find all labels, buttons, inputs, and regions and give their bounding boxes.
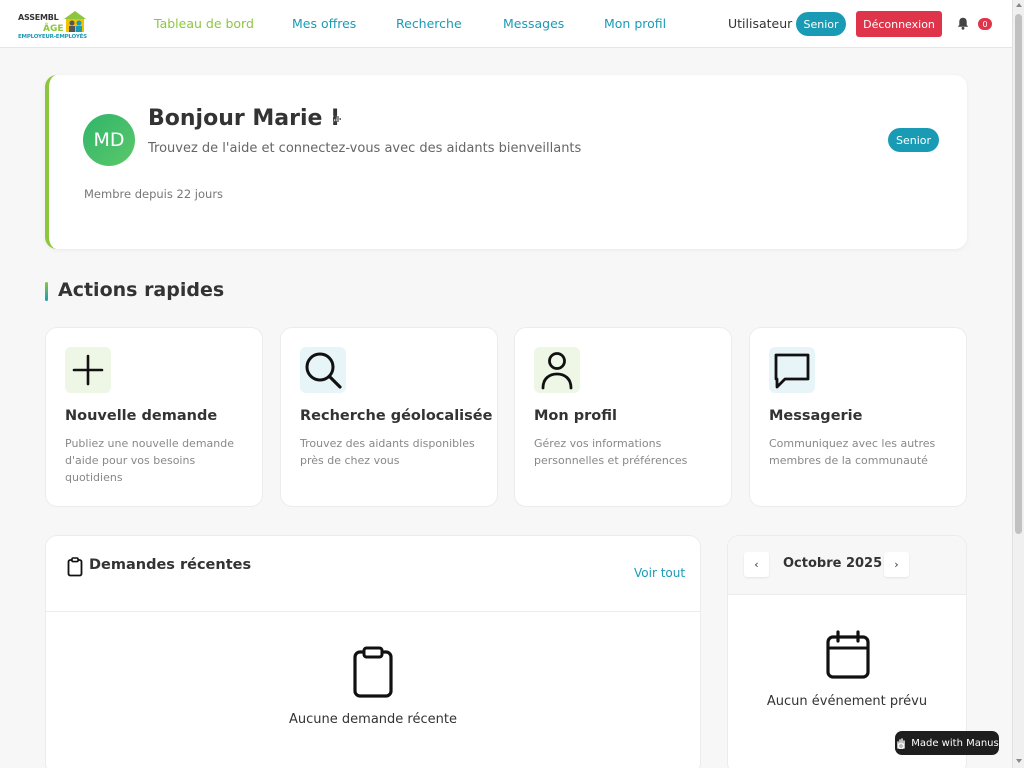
action-card-description: Publiez une nouvelle demande d'aide pour… — [65, 437, 235, 484]
recent-requests-header: Demandes récentes Voir tout — [46, 536, 700, 612]
app-logo[interactable]: ASSEMBL ÂGE EMPLOYEUR-EMPLOYÉS — [16, 8, 90, 42]
nav-my-offers[interactable]: Mes offres — [292, 16, 356, 31]
calendar-header: ‹ Octobre 2025 › — [728, 536, 966, 595]
recent-requests-title: Demandes récentes — [89, 557, 252, 573]
welcome-subtitle: Trouvez de l'aide et connectez-vous avec… — [148, 141, 582, 156]
welcome-role-badge: Senior — [888, 128, 939, 152]
nav-search[interactable]: Recherche — [396, 16, 462, 31]
member-since-text: Membre depuis 22 jours — [84, 187, 224, 201]
made-with-manus-label: Made with Manus — [911, 737, 999, 749]
action-card-title: Recherche géolocalisée — [300, 408, 493, 424]
action-card-title: Nouvelle demande — [65, 408, 218, 424]
message-icon — [769, 347, 815, 393]
see-all-link[interactable]: Voir tout — [634, 566, 685, 580]
recent-requests-empty-text: Aucune demande récente — [289, 712, 457, 727]
scrollbar-thumb[interactable] — [1015, 14, 1022, 534]
logo-text-line2: ÂGE — [43, 24, 64, 34]
clipboard-icon — [67, 557, 83, 577]
quick-actions-title: Actions rapides — [58, 279, 225, 301]
recent-requests-panel: Demandes récentes Voir tout Aucune deman… — [45, 535, 701, 768]
logo-house-icon — [64, 11, 86, 32]
action-card-new-request[interactable]: Nouvelle demande Publiez une nouvelle de… — [45, 327, 263, 507]
search-icon — [300, 347, 346, 393]
greeting-heading: Bonjour Marie ! — [148, 106, 341, 131]
welcome-card: MD Bonjour Marie ! Trouvez de l'aide et … — [45, 75, 967, 249]
manus-icon — [897, 738, 905, 749]
plus-icon — [65, 347, 111, 393]
avatar: MD — [83, 114, 135, 166]
action-card-description: Trouvez des aidants disponibles près de … — [300, 437, 475, 467]
action-card-messaging[interactable]: Messagerie Communiquez avec les autres m… — [749, 327, 967, 507]
user-label: Utilisateur — [728, 16, 793, 31]
action-card-title: Messagerie — [769, 408, 863, 424]
action-card-description: Communiquez avec les autres membres de l… — [769, 437, 936, 467]
made-with-manus-badge[interactable]: Made with Manus — [895, 731, 999, 755]
action-card-my-profile[interactable]: Mon profil Gérez vos informations person… — [514, 327, 732, 507]
page-scrollbar[interactable] — [1012, 0, 1024, 768]
clipboard-icon — [353, 646, 393, 698]
calendar-prev-button[interactable]: ‹ — [744, 552, 769, 577]
nav-dashboard[interactable]: Tableau de bord — [154, 16, 254, 31]
logo-text-line1: ASSEMBL — [18, 13, 59, 22]
nav-my-profile[interactable]: Mon profil — [604, 16, 666, 31]
microphone-icon[interactable] — [332, 113, 342, 125]
action-card-title: Mon profil — [534, 408, 617, 424]
calendar-empty-text: Aucun événement prévu — [766, 694, 928, 709]
calendar-icon — [826, 630, 870, 679]
bell-icon[interactable] — [957, 17, 969, 30]
role-badge[interactable]: Senior — [796, 12, 846, 36]
calendar-next-button[interactable]: › — [884, 552, 909, 577]
user-icon — [534, 347, 580, 393]
action-card-description: Gérez vos informations personnelles et p… — [534, 437, 688, 467]
calendar-month-label: Octobre 2025 — [783, 556, 883, 571]
top-navbar: ASSEMBL ÂGE EMPLOYEUR-EMPLOYÉS Tableau d… — [0, 0, 1012, 48]
action-card-geo-search[interactable]: Recherche géolocalisée Trouvez des aidan… — [280, 327, 498, 507]
scroll-down-arrow-icon[interactable] — [1016, 759, 1022, 763]
notification-count-badge: 0 — [978, 18, 992, 30]
logout-button[interactable]: Déconnexion — [856, 11, 942, 37]
section-accent-bar — [45, 282, 48, 301]
scroll-up-arrow-icon[interactable] — [1016, 3, 1022, 7]
nav-messages[interactable]: Messages — [503, 16, 564, 31]
logo-text-line3: EMPLOYEUR-EMPLOYÉS — [18, 34, 87, 40]
